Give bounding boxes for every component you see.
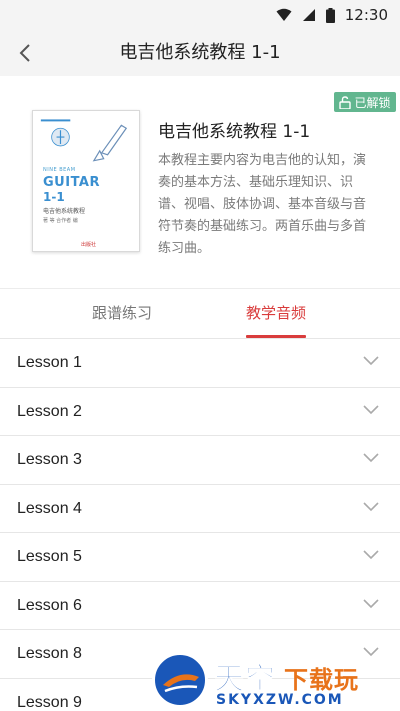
page-title: 电吉他系统教程 1-1 (119, 42, 281, 63)
signal-icon (302, 9, 315, 21)
chevron-down-icon[interactable] (362, 355, 380, 367)
back-button[interactable] (10, 36, 40, 70)
course-info: 已解锁 NINE BEAM GUITAR 1-1 电吉他系统教程 著 等 合作者… (0, 76, 400, 288)
cover-level: 1-1 (43, 190, 65, 204)
lesson-item[interactable]: Lesson 2 (0, 388, 400, 436)
watermark-brand-suffix: 下载玩 (284, 666, 359, 694)
lesson-item[interactable]: Lesson 4 (0, 485, 400, 533)
lesson-label: Lesson 1 (17, 354, 82, 371)
cover-series: NINE BEAM (43, 167, 76, 173)
lesson-label: Lesson 6 (17, 596, 82, 614)
cover-publisher: 出版社 (81, 242, 97, 248)
cover-art (40, 119, 128, 162)
unlock-badge: 已解锁 (334, 92, 396, 112)
lesson-label: Lesson 8 (17, 645, 82, 662)
watermark-url: SKYXZW.COM (216, 692, 344, 708)
lesson-item[interactable]: Lesson 1 (0, 339, 400, 388)
tab-teaching-audio[interactable]: 教学音频 (230, 289, 322, 339)
lesson-label: Lesson 9 (17, 693, 82, 711)
chevron-down-icon[interactable] (362, 598, 380, 610)
watermark-logo (152, 652, 208, 708)
status-icons: 12:30 (276, 6, 388, 24)
active-tab-indicator (246, 335, 306, 338)
unlock-badge-label: 已解锁 (354, 95, 391, 110)
chevron-left-icon (19, 44, 30, 62)
course-cover: NINE BEAM GUITAR 1-1 电吉他系统教程 著 等 合作者 编 出… (32, 110, 140, 252)
site-watermark: 天空 下载玩 SKYXZW.COM (152, 652, 400, 711)
lesson-label: Lesson 5 (17, 548, 82, 565)
chevron-down-icon[interactable] (362, 404, 380, 416)
nav-bar: 电吉他系统教程 1-1 (0, 30, 400, 76)
cover-authors: 著 等 合作者 编 (43, 218, 78, 224)
course-title: 电吉他系统教程 1-1 (158, 122, 311, 142)
lesson-label: Lesson 2 (17, 402, 82, 420)
plane-icon (163, 674, 199, 693)
chevron-down-icon[interactable] (362, 501, 380, 513)
chevron-down-icon[interactable] (362, 549, 380, 561)
wifi-icon (276, 8, 292, 21)
lesson-item[interactable]: Lesson 5 (0, 533, 400, 582)
tab-bar: 跟谱练习 教学音频 (0, 289, 400, 339)
status-time: 12:30 (344, 6, 388, 24)
battery-icon (325, 7, 335, 23)
cover-subtitle: 电吉他系统教程 (43, 208, 86, 215)
lesson-item[interactable]: Lesson 3 (0, 436, 400, 485)
lesson-label: Lesson 3 (17, 451, 82, 468)
status-bar: 12:30 (0, 0, 400, 30)
lesson-item[interactable]: Lesson 6 (0, 582, 400, 630)
chevron-down-icon[interactable] (362, 452, 380, 464)
tab-score-practice[interactable]: 跟谱练习 (66, 289, 178, 339)
lesson-label: Lesson 4 (17, 499, 82, 517)
unlock-icon (339, 95, 352, 109)
cover-instrument: GUITAR (43, 175, 100, 190)
course-description: 本教程主要内容为电吉他的认知，演奏的基本方法、基础乐理知识、识谱、视唱、肢体协调… (158, 153, 367, 256)
